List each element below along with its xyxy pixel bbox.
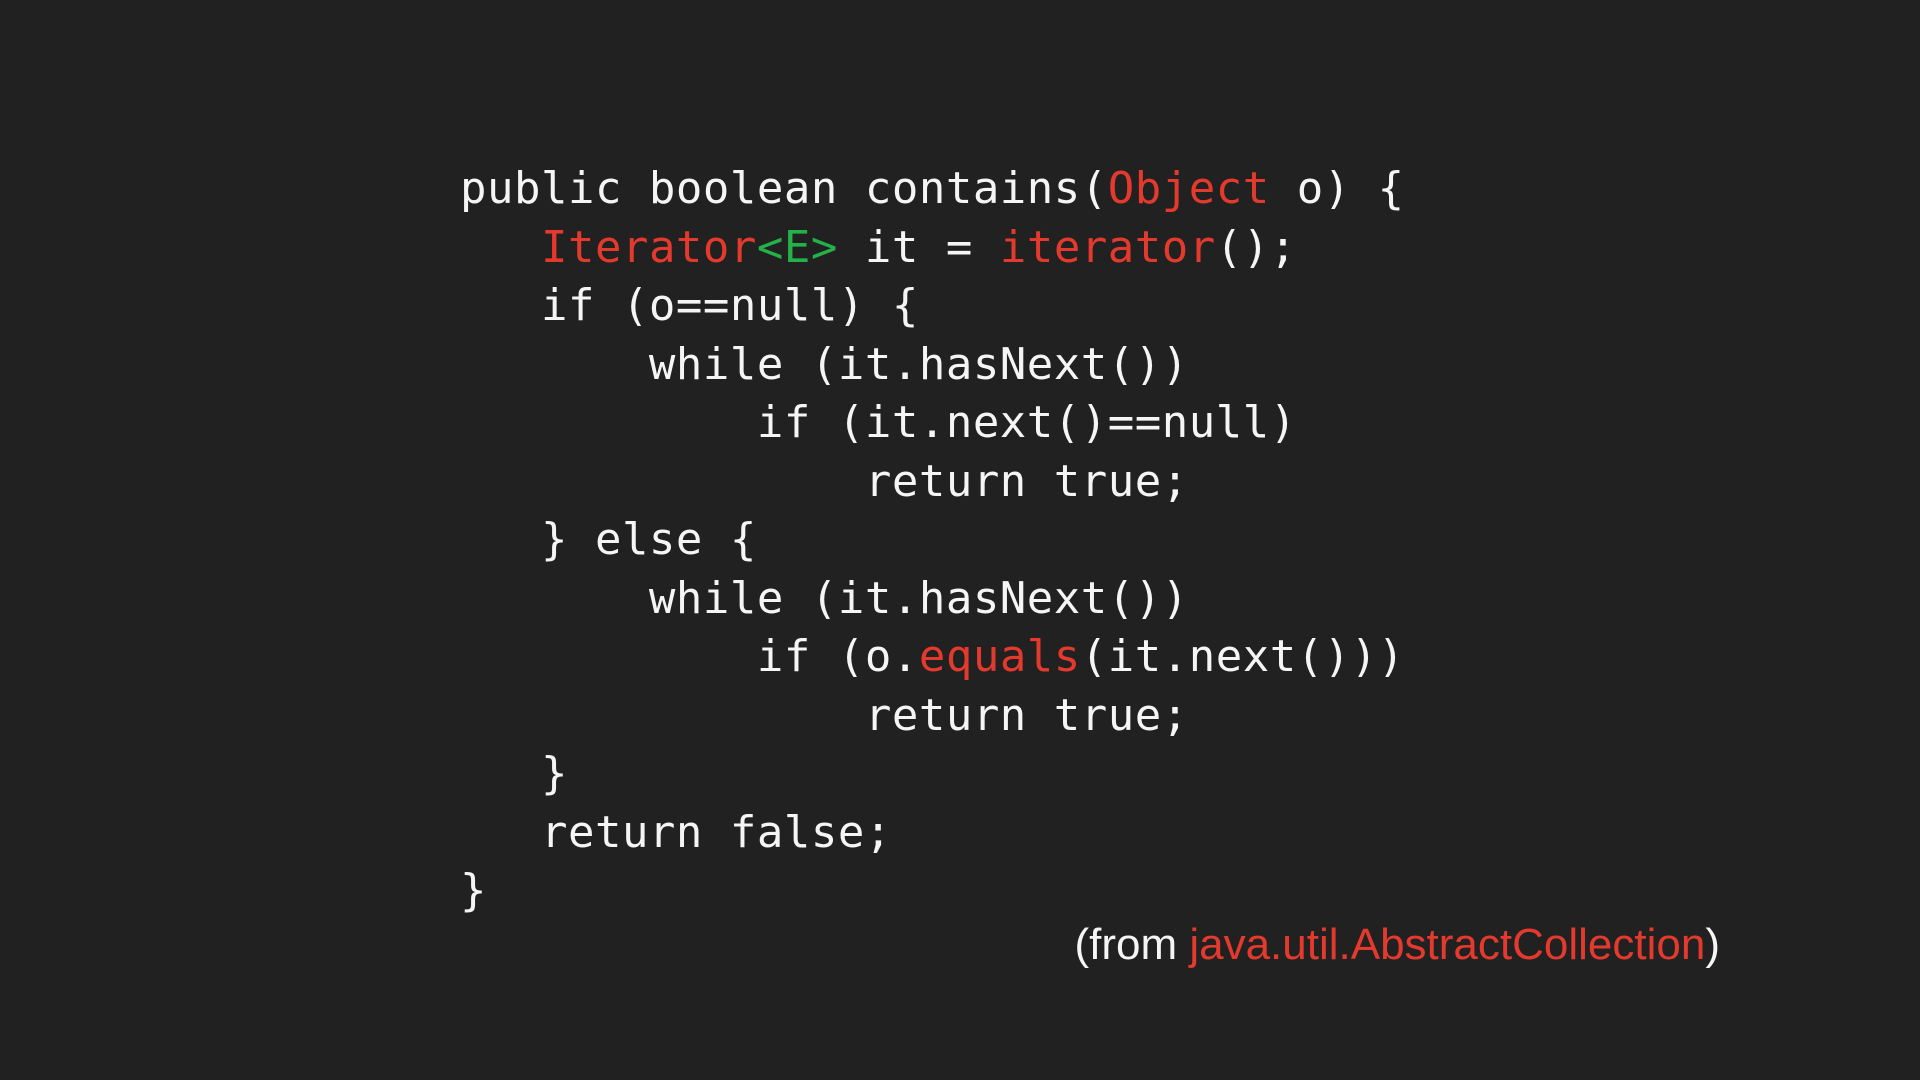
code-line-13: } [460,865,487,916]
type-object: Object [1108,163,1270,214]
code-line-6: return true; [460,456,1189,507]
attribution-class: java.util.AbstractCollection [1189,920,1705,969]
attribution: (from java.util.AbstractCollection) [1074,920,1720,970]
code-line-1: public boolean contains(Object o) { [460,163,1405,214]
code-line-7: } else { [460,514,757,565]
code-line-11: } [460,748,568,799]
code-text: public boolean contains( [460,163,1108,214]
code-block: public boolean contains(Object o) { Iter… [460,160,1405,921]
code-indent [460,222,541,273]
code-line-9: if (o.equals(it.next())) [460,631,1405,682]
code-line-8: while (it.hasNext()) [460,573,1189,624]
code-text: (it.next())) [1081,631,1405,682]
code-line-5: if (it.next()==null) [460,397,1297,448]
code-text: it = [838,222,1000,273]
method-equals: equals [919,631,1081,682]
code-line-12: return false; [460,807,892,858]
attribution-suffix: ) [1705,920,1720,969]
code-line-3: if (o==null) { [460,280,919,331]
code-text: if (o. [460,631,919,682]
code-line-4: while (it.hasNext()) [460,339,1189,390]
code-text: (); [1216,222,1297,273]
type-param: <E> [757,222,838,273]
attribution-prefix: (from [1074,920,1189,969]
code-text: o) { [1270,163,1405,214]
slide: public boolean contains(Object o) { Iter… [0,0,1920,1080]
code-line-10: return true; [460,690,1189,741]
code-line-2: Iterator<E> it = iterator(); [460,222,1297,273]
method-iterator: iterator [1000,222,1216,273]
type-iterator: Iterator [541,222,757,273]
